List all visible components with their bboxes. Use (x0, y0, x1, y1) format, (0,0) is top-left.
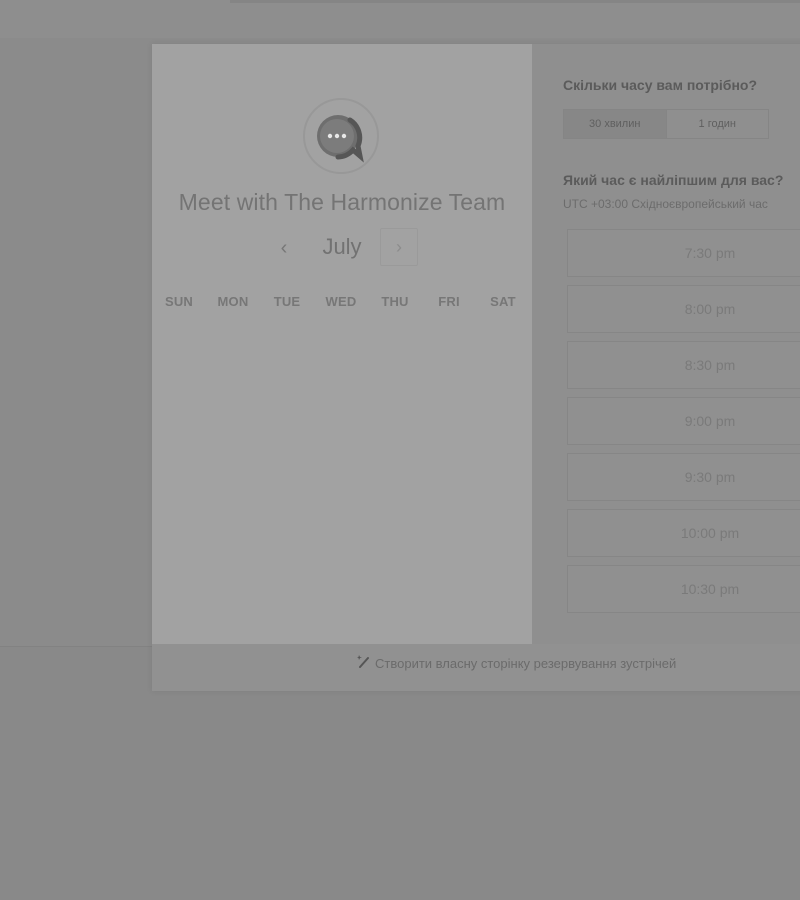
duration-option-30[interactable]: 30 хвилин (564, 110, 667, 138)
time-slot[interactable]: 10:00 pm (567, 509, 800, 557)
time-slot[interactable]: 8:00 pm (567, 285, 800, 333)
weekday-fri: FRI (438, 294, 460, 309)
weekday-mon: MON (217, 294, 249, 309)
chevron-right-icon[interactable]: › (380, 228, 418, 266)
calendar-panel: Meet with The Harmonize Team ‹ July › SU… (152, 44, 532, 644)
time-slot[interactable]: 10:30 pm (567, 565, 800, 613)
magic-wand-icon (357, 654, 371, 671)
weekday-wed: WED (325, 294, 357, 309)
create-booking-page-link[interactable]: Створити власну сторінку резервування зу… (357, 654, 676, 671)
time-panel: Скільки часу вам потрібно? 30 хвилин 1 г… (532, 44, 800, 644)
time-question: Який час є найліпшим для вас? (563, 172, 784, 188)
time-slot[interactable]: 9:00 pm (567, 397, 800, 445)
chat-bubble-icon (313, 108, 369, 164)
weekday-thu: THU (381, 294, 409, 309)
weekday-sat: SAT (490, 294, 516, 309)
weekday-sun: SUN (164, 294, 194, 309)
month-label: July (322, 234, 362, 259)
duration-question: Скільки часу вам потрібно? (563, 77, 758, 93)
chevron-left-icon[interactable]: ‹ (274, 233, 294, 263)
top-strip (0, 0, 800, 38)
duration-option-60[interactable]: 1 годин (667, 110, 769, 138)
time-slot[interactable]: 7:30 pm (567, 229, 800, 277)
timezone-label[interactable]: UTC +03:00 Східноєвропейський час (563, 197, 768, 211)
weekday-tue: TUE (273, 294, 301, 309)
page: Meet with The Harmonize Team ‹ July › SU… (0, 0, 800, 900)
time-slot[interactable]: 9:30 pm (567, 453, 800, 501)
time-slot[interactable]: 8:30 pm (567, 341, 800, 389)
duration-selector: 30 хвилин 1 годин (563, 109, 769, 139)
booking-modal: Meet with The Harmonize Team ‹ July › SU… (152, 44, 800, 691)
page-title: Meet with The Harmonize Team (178, 189, 506, 215)
footer-link-label: Створити власну сторінку резервування зу… (375, 656, 677, 671)
top-strip-line (230, 0, 800, 3)
